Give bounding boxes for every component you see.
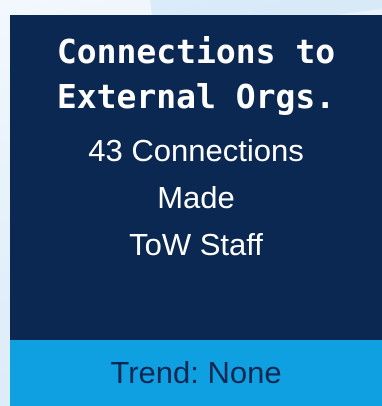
card-details: 43 Connections Made ToW Staff: [10, 127, 382, 268]
card-title: Connections to External Orgs.: [10, 29, 382, 119]
connections-count: 43 Connections: [88, 133, 304, 168]
card-title-line-2: External Orgs.: [56, 77, 336, 116]
kpi-card: Connections to External Orgs. 43 Connect…: [10, 15, 382, 406]
card-title-line-1: Connections to: [56, 32, 336, 71]
trend-bar: Trend: None: [10, 340, 382, 406]
page: Connections to External Orgs. 43 Connect…: [0, 0, 382, 406]
connections-status: Made: [157, 180, 235, 215]
staff-group: ToW Staff: [129, 227, 263, 262]
